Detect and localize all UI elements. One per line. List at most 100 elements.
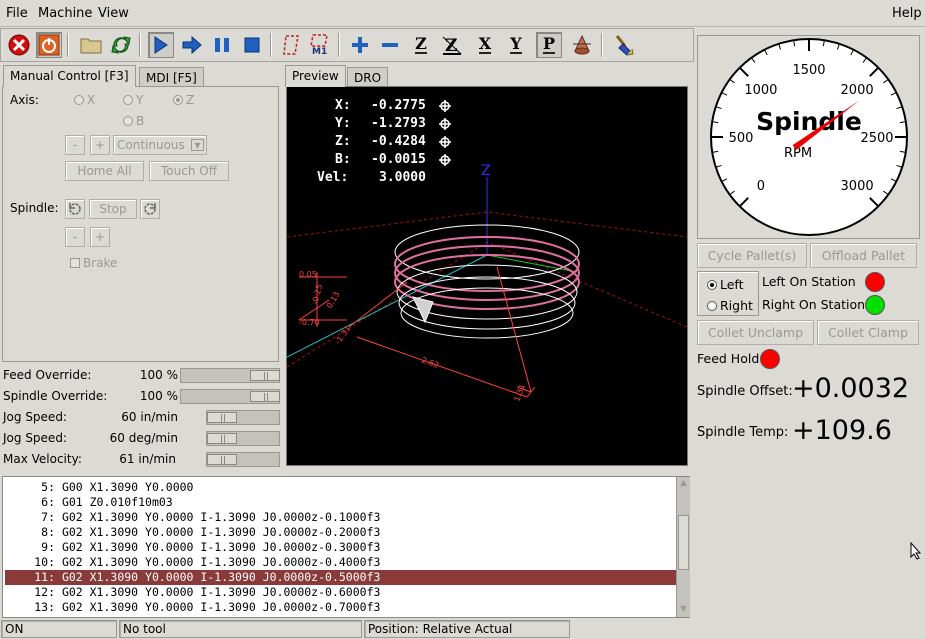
- estop-button[interactable]: [6, 32, 32, 58]
- chevron-down-icon: ▼: [191, 139, 204, 151]
- axis-radio-y[interactable]: Y: [123, 93, 143, 107]
- gcode-line[interactable]: 13: G02 X1.3090 Y0.0000 I-1.3090 J0.0000…: [5, 600, 677, 615]
- view-y-button[interactable]: Y: [503, 32, 529, 58]
- reload-button[interactable]: [108, 32, 134, 58]
- stop-button[interactable]: [239, 32, 265, 58]
- spindle-ccw-icon: [69, 203, 81, 215]
- axis-label: Axis:: [10, 93, 39, 107]
- collet-unclamp-button[interactable]: Collet Unclamp: [697, 320, 814, 345]
- axis-radio-b[interactable]: B: [123, 114, 144, 128]
- block-delete-icon: [283, 35, 299, 55]
- slider-trough[interactable]: [180, 389, 280, 404]
- gauge-tick-label: 1500: [792, 63, 825, 78]
- gauge-title: Spindle: [756, 107, 862, 136]
- brake-checkbox[interactable]: Brake: [70, 256, 117, 270]
- slider-value: 100 %: [139, 368, 178, 382]
- zoom-in-button[interactable]: [347, 32, 373, 58]
- spindle-slower-button[interactable]: -: [65, 227, 85, 247]
- view-perspective-button[interactable]: P: [536, 32, 562, 58]
- reload-icon: [111, 36, 131, 54]
- minus-icon: [382, 43, 398, 47]
- slider-thumb[interactable]: [250, 370, 280, 381]
- tab-dro[interactable]: DRO: [347, 67, 389, 87]
- spindle-temp-value: +109.6: [792, 415, 892, 446]
- slider-trough[interactable]: [180, 368, 280, 383]
- axis-radio-x[interactable]: X: [74, 93, 95, 107]
- view-x-button[interactable]: X: [472, 32, 498, 58]
- spindle-cw-button[interactable]: [140, 199, 160, 219]
- gcode-line[interactable]: 11: G02 X1.3090 Y0.0000 I-1.3090 J0.0000…: [5, 570, 677, 585]
- offload-pallet-button[interactable]: Offload Pallet: [810, 243, 917, 268]
- gcode-line[interactable]: 7: G02 X1.3090 Y0.0000 I-1.3090 J0.0000z…: [5, 510, 677, 525]
- menu-file[interactable]: File: [6, 6, 28, 21]
- gcode-line[interactable]: 8: G02 X1.3090 Y0.0000 I-1.3090 J0.0000z…: [5, 525, 677, 540]
- scroll-down-icon[interactable]: ▼: [678, 604, 689, 615]
- scroll-thumb[interactable]: [678, 515, 689, 570]
- zoom-out-button[interactable]: [377, 32, 403, 58]
- spindle-offset-label: Spindle Offset:: [697, 384, 793, 399]
- menu-machine[interactable]: Machine: [38, 6, 92, 21]
- tab-preview[interactable]: Preview: [285, 65, 346, 87]
- left-on-station-label: Left On Station: [762, 274, 856, 289]
- menu-help[interactable]: Help: [892, 6, 922, 21]
- dim-label-e: 2.62: [420, 355, 440, 370]
- gcode-line[interactable]: 5: G00 X1.3090 Y0.0000: [5, 480, 677, 495]
- spindle-offset-value: +0.0032: [792, 373, 910, 404]
- gcode-line[interactable]: 9: G02 X1.3090 Y0.0000 I-1.3090 J0.0000z…: [5, 540, 677, 555]
- spindle-stop-button[interactable]: Stop: [89, 199, 137, 219]
- cycle-pallets-button[interactable]: Cycle Pallet(s): [697, 243, 807, 268]
- dro-y-label: Y:: [335, 116, 351, 131]
- rotate-view-button[interactable]: [569, 32, 595, 58]
- gauge-tick-label: 1000: [744, 83, 777, 98]
- optional-stop-button[interactable]: M1: [307, 32, 333, 58]
- tab-mdi[interactable]: MDI [F5]: [139, 67, 204, 87]
- slider-thumb[interactable]: [250, 391, 280, 402]
- menu-view[interactable]: View: [98, 6, 129, 21]
- block-delete-button[interactable]: [279, 32, 305, 58]
- step-button[interactable]: [179, 32, 205, 58]
- m1-label: M1: [312, 47, 328, 57]
- run-button[interactable]: [148, 32, 174, 58]
- slider-thumb[interactable]: [207, 454, 237, 465]
- dro-vel-label: Vel:: [317, 170, 349, 185]
- status-tool: No tool: [119, 620, 362, 638]
- jog-increment-select[interactable]: Continuous ▼: [113, 135, 207, 155]
- touch-off-button[interactable]: Touch Off: [149, 161, 229, 181]
- dro-x-value: -0.2775: [371, 98, 426, 113]
- slider-trough[interactable]: [206, 410, 280, 425]
- gcode-scrollbar[interactable]: ▲ ▼: [676, 477, 690, 617]
- slider-trough[interactable]: [206, 431, 280, 446]
- view-z-button[interactable]: Z: [408, 32, 434, 58]
- homed-icons: [439, 100, 451, 166]
- clear-plot-button[interactable]: [611, 32, 637, 58]
- spindle-ccw-button[interactable]: [65, 199, 85, 219]
- checkbox-icon: [70, 258, 80, 268]
- gcode-listing[interactable]: 5: G00 X1.3090 Y0.0000 6: G01 Z0.010f10m0…: [2, 476, 690, 618]
- gcode-line[interactable]: 6: G01 Z0.010f10m03: [5, 495, 677, 510]
- jog-plus-button[interactable]: +: [90, 135, 110, 155]
- toolpath-preview[interactable]: Z 0.05 -0.25 -0.70 -1.31 2.62 1.31 0.13: [286, 86, 688, 466]
- spindle-faster-button[interactable]: +: [90, 227, 110, 247]
- radio-left[interactable]: Left: [707, 277, 744, 292]
- axis-radio-z[interactable]: Z: [173, 93, 194, 107]
- slider-trough[interactable]: [206, 452, 280, 467]
- view-z2-button[interactable]: Z: [439, 32, 465, 58]
- jog-minus-button[interactable]: -: [65, 135, 85, 155]
- open-file-button[interactable]: [78, 32, 104, 58]
- radio-right[interactable]: Right: [707, 298, 753, 313]
- slider-value: 60 deg/min: [109, 431, 178, 445]
- dro-b-value: -0.0015: [371, 152, 426, 167]
- collet-clamp-button[interactable]: Collet Clamp: [817, 320, 919, 345]
- cone-tool-icon: [573, 34, 591, 55]
- pause-button[interactable]: [209, 32, 235, 58]
- spindle-label: Spindle:: [10, 201, 59, 215]
- scroll-up-icon[interactable]: ▲: [678, 478, 689, 489]
- tab-manual-control[interactable]: Manual Control [F3]: [3, 65, 136, 87]
- gcode-line[interactable]: 12: G02 X1.3090 Y0.0000 I-1.3090 J0.0000…: [5, 585, 677, 600]
- manual-control-panel: Axis: X Y Z B - + Continuous ▼ Home All …: [2, 86, 279, 362]
- slider-thumb[interactable]: [207, 433, 237, 444]
- gcode-line[interactable]: 10: G02 X1.3090 Y0.0000 I-1.3090 J0.0000…: [5, 555, 677, 570]
- machine-power-button[interactable]: [36, 32, 62, 58]
- home-all-button[interactable]: Home All: [65, 161, 144, 181]
- slider-thumb[interactable]: [207, 412, 237, 423]
